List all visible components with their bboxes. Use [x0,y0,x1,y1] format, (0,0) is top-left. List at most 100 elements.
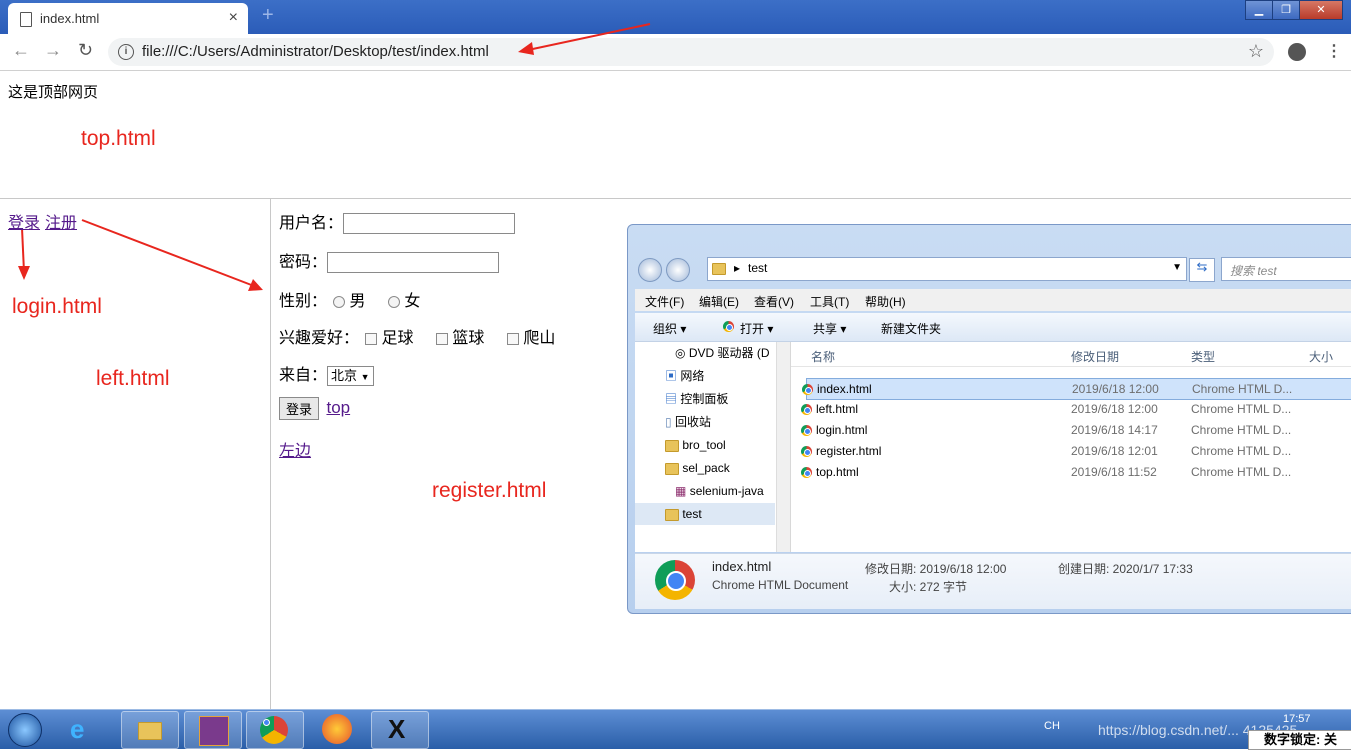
file-row[interactable]: top.html 2019/6/18 11:52 Chrome HTML D..… [801,462,1351,482]
address-bar[interactable]: i file:///C:/Users/Administrator/Desktop… [108,38,1274,66]
chrome-icon [801,404,812,415]
url-text[interactable]: file:///C:/Users/Administrator/Desktop/t… [142,43,489,60]
password-input[interactable] [327,252,500,274]
password-row: 密码： [279,248,500,274]
left-link[interactable]: 左边 [279,443,311,460]
menu-edit[interactable]: 编辑(E) [699,293,739,310]
browser-tab[interactable]: index.html × [8,3,248,34]
menu-tools[interactable]: 工具(T) [810,293,849,310]
explorer-back-icon[interactable] [638,258,662,282]
chevron-down-icon[interactable]: ▼ [1172,262,1182,273]
explorer-address-bar[interactable]: ▸ test ▼ [707,257,1187,281]
nav-scrollbar[interactable] [776,342,790,552]
city-select[interactable]: 北京 ▼ [327,365,374,386]
new-tab-button[interactable]: + [262,4,274,27]
bookmark-star-icon[interactable]: ☆ [1248,41,1264,62]
column-type[interactable]: 类型 [1191,348,1215,365]
hobby-basketball-checkbox[interactable] [435,332,448,345]
account-icon[interactable] [1288,43,1306,61]
taskbar-eclipse-button[interactable] [184,711,242,749]
file-row[interactable]: index.html 2019/6/18 12:00 Chrome HTML D… [802,378,1351,400]
input-language[interactable]: CH [1044,720,1060,732]
details-file-name: index.html [712,559,772,574]
firefox-icon[interactable] [322,714,352,744]
clock-time[interactable]: 17:57 [1283,713,1311,725]
back-icon[interactable]: ← [12,40,30,61]
hobby-football-label: 足球 [381,330,414,347]
top-frame: 这是顶部网页 top.html [0,71,1351,199]
file-row[interactable]: register.html 2019/6/18 12:01 Chrome HTM… [801,441,1351,461]
start-button-icon[interactable] [8,713,42,747]
left-link-row: 左边 [279,437,311,461]
nav-item-label: 控制面板 [680,392,729,406]
minimize-button[interactable]: ▁ [1245,0,1273,20]
username-input[interactable] [343,213,516,235]
nav-item-dvd[interactable]: ◎ DVD 驱动器 (D [675,342,770,364]
hobby-climb-checkbox[interactable] [506,332,519,345]
maximize-button[interactable]: ❐ [1272,0,1300,20]
explorer-forward-icon[interactable] [666,258,690,282]
organize-button[interactable]: 组织 ▾ [653,320,686,337]
chrome-icon [260,716,288,744]
ie-icon[interactable]: e [70,714,84,745]
browser-menu-icon[interactable]: ⋮ [1326,41,1342,61]
nav-item-bro-tool[interactable]: bro_tool [665,434,726,456]
new-folder-button[interactable]: 新建文件夹 [881,320,941,337]
nav-item-sel-pack[interactable]: sel_pack [665,457,730,479]
submit-row: 登录 top [279,397,350,420]
menu-file[interactable]: 文件(F) [645,293,684,310]
taskbar-explorer-button[interactable] [121,711,179,749]
file-row[interactable]: left.html 2019/6/18 12:00 Chrome HTML D.… [801,399,1351,419]
register-link[interactable]: 注册 [45,209,77,233]
nav-item-selenium-java[interactable]: ▦ selenium-java [675,480,775,502]
dvd-icon: ◎ [675,346,686,360]
taskbar-chrome-button[interactable] [246,711,304,749]
explorer-window: ▸ test ▼ ⇆ 搜索 test 文件(F) 编辑(E) 查看(V) 工具(… [627,224,1351,614]
tab-close-icon[interactable]: × [229,9,238,27]
nav-item-network[interactable]: ▣ 网络 [665,365,704,387]
folder-icon [138,722,162,740]
close-window-button[interactable]: ✕ [1299,0,1343,20]
nav-item-label: DVD 驱动器 (D [688,346,770,360]
refresh-icon[interactable]: ⇆ [1189,258,1215,282]
password-label: 密码： [279,254,328,271]
forward-icon[interactable]: → [44,40,62,61]
menu-help[interactable]: 帮助(H) [865,293,906,310]
file-date: 2019/6/18 12:00 [1071,402,1158,416]
menu-view[interactable]: 查看(V) [754,293,794,310]
from-row: 来自： 北京 ▼ [279,361,374,386]
taskbar-xming-button[interactable]: X [371,711,429,749]
folder-icon [665,439,679,452]
search-placeholder: 搜索 test [1230,264,1277,278]
column-name[interactable]: 名称 [811,348,835,365]
left-frame: 登录 注册 login.html left.html [0,199,271,709]
share-button[interactable]: 共享 ▾ [813,320,846,337]
column-date[interactable]: 修改日期 [1071,348,1119,365]
gender-male-radio[interactable] [333,295,346,308]
file-row[interactable]: login.html 2019/6/18 14:17 Chrome HTML D… [801,420,1351,440]
login-html-label: login.html [12,295,102,318]
chrome-icon [801,446,812,457]
info-icon[interactable]: i [118,44,134,60]
folder-icon [665,462,679,475]
gender-female-radio[interactable] [387,295,400,308]
page-icon [20,12,32,27]
file-name: index.html [817,382,872,396]
top-frame-text: 这是顶部网页 [8,84,99,101]
nav-item-recycle-bin[interactable]: ▯ 回收站 [665,411,711,433]
x-app-icon: X [388,714,406,744]
login-link[interactable]: 登录 [8,209,40,233]
column-size[interactable]: 大小 [1309,348,1333,365]
top-link[interactable]: top [326,398,350,417]
nav-item-control-panel[interactable]: ▤ 控制面板 [665,388,728,410]
file-date: 2019/6/18 11:52 [1071,465,1157,479]
nav-item-test[interactable]: test [635,503,775,525]
explorer-details-pane: index.html Chrome HTML Document 修改日期: 20… [635,553,1351,609]
login-submit-button[interactable]: 登录 [279,397,320,420]
hobby-football-checkbox[interactable] [365,332,378,345]
open-button[interactable]: 打开 ▾ [740,320,773,337]
explorer-search-input[interactable]: 搜索 test [1221,257,1351,281]
reload-icon[interactable]: ↻ [78,40,93,61]
explorer-file-pane: 名称 修改日期 类型 大小 index.html 2019/6/18 12:00… [791,342,1351,552]
nav-item-label: 网络 [680,369,705,383]
